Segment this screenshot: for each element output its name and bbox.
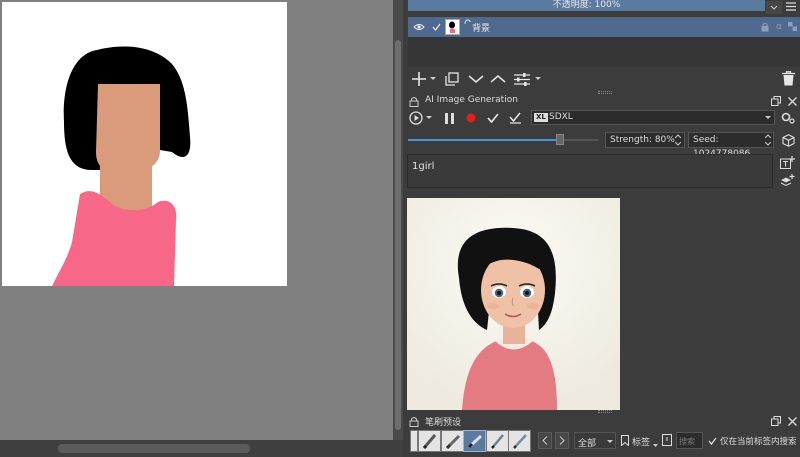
seed-stepper-icon[interactable] <box>764 133 772 147</box>
brush-panel-lock-icon[interactable] <box>408 415 420 427</box>
layer-name[interactable]: 背景 <box>472 21 490 34</box>
brush-tag-filter-select[interactable]: 全部 <box>574 432 616 449</box>
inherit-alpha-icon[interactable] <box>787 21 797 32</box>
vertical-scroll-thumb[interactable] <box>395 40 401 430</box>
search-in-tag-label[interactable]: 仅在当前标签内搜索 <box>720 435 797 447</box>
add-layers-icon[interactable] <box>779 173 796 188</box>
float-panel-icon[interactable] <box>770 95 782 107</box>
bookmark-tag-icon[interactable] <box>620 433 630 447</box>
brush-search-placeholder: 搜索 <box>679 437 695 446</box>
layer-link-icon <box>463 18 471 26</box>
search-tag-icon[interactable] <box>661 433 673 447</box>
generated-result-image[interactable] <box>407 198 620 410</box>
brush-presets-titlebar: 笔刷预设 <box>403 413 800 429</box>
ai-panel-title: AI Image Generation <box>425 95 518 105</box>
add-layer-dropdown-icon[interactable] <box>429 76 437 82</box>
layers-list-empty-area <box>408 37 800 67</box>
girl-sketch <box>52 46 191 286</box>
layer-checkmark-icon[interactable] <box>430 20 442 34</box>
prompt-text: 1girl <box>412 161 435 172</box>
move-layer-up-icon[interactable] <box>489 71 507 87</box>
brush-close-panel-icon[interactable] <box>786 415 798 427</box>
generate-play-icon[interactable] <box>408 110 424 126</box>
brush-preset-partial[interactable] <box>410 430 418 452</box>
panel-lock-icon[interactable] <box>408 95 420 107</box>
strength-seed-row: Strength: 80% Seed: 1024778086 <box>403 130 800 159</box>
move-layer-down-icon[interactable] <box>467 71 485 87</box>
brush-tag-filter-dropdown-icon <box>606 439 614 444</box>
brush-prev-button[interactable] <box>538 432 552 449</box>
model-badge: XL <box>534 113 548 122</box>
brush-preset-5[interactable] <box>508 430 531 452</box>
brush-preset-4[interactable] <box>486 430 509 452</box>
close-panel-icon[interactable] <box>786 95 798 107</box>
visibility-eye-icon[interactable] <box>412 20 426 34</box>
model-select[interactable]: XL SDXL <box>531 110 775 125</box>
layer-opacity-bar[interactable]: 不透明度: 100% <box>408 0 765 11</box>
prompt-textarea[interactable]: 1girl <box>407 154 773 188</box>
brush-next-button[interactable] <box>555 432 569 449</box>
brush-float-panel-icon[interactable] <box>770 415 782 427</box>
brush-preset-2[interactable] <box>441 430 464 452</box>
strength-slider-handle[interactable] <box>556 134 564 145</box>
search-in-tag-checkbox[interactable] <box>707 435 717 446</box>
pause-icon[interactable] <box>443 111 455 125</box>
layer-thumbnail <box>445 19 460 35</box>
hamburger-menu-icon[interactable] <box>782 0 800 12</box>
layer-properties-icon[interactable] <box>513 71 531 87</box>
strength-field[interactable]: Strength: 80% <box>605 132 685 148</box>
model-dropdown-icon <box>764 115 772 121</box>
alpha-lock-icon[interactable]: α <box>774 21 784 32</box>
record-icon[interactable] <box>464 111 478 125</box>
delete-layer-icon[interactable] <box>780 70 796 87</box>
add-region-text-icon[interactable] <box>779 155 796 170</box>
strength-slider-fill <box>408 139 560 141</box>
opacity-stepper-down-icon[interactable] <box>766 1 782 14</box>
horizontal-scroll-thumb[interactable] <box>58 444 250 453</box>
add-layer-icon[interactable] <box>411 71 427 87</box>
random-seed-cube-icon[interactable] <box>781 133 796 148</box>
model-name: SDXL <box>549 112 573 122</box>
apply-checkmark-icon[interactable] <box>486 111 500 125</box>
generate-mode-dropdown-icon[interactable] <box>425 115 433 121</box>
layer-row-background[interactable]: 背景 α <box>408 17 800 37</box>
sketch-canvas[interactable] <box>2 2 287 286</box>
tag-label[interactable]: 标签 <box>632 435 650 448</box>
generated-girl-portrait <box>407 198 620 410</box>
tag-dropdown-icon[interactable] <box>652 443 658 448</box>
lock-icon[interactable] <box>760 21 770 32</box>
opacity-label: 不透明度: 100% <box>552 0 621 10</box>
settings-gear-icon[interactable] <box>780 111 796 125</box>
brush-preset-1[interactable] <box>418 430 441 452</box>
strength-slider-track[interactable] <box>408 139 598 141</box>
brush-presets-title: 笔刷预设 <box>425 418 462 428</box>
strength-stepper-icon[interactable] <box>674 133 682 147</box>
duplicate-layer-icon[interactable] <box>444 71 460 87</box>
brush-tag-filter-value: 全部 <box>578 439 597 449</box>
strength-label: Strength: 80% <box>610 135 675 145</box>
layer-properties-dropdown-icon[interactable] <box>534 76 542 82</box>
brush-preset-3-selected[interactable] <box>463 430 486 452</box>
ai-panel-titlebar: AI Image Generation <box>403 93 800 109</box>
seed-field[interactable]: Seed: 1024778086 <box>688 132 774 159</box>
apply-all-checkmark-icon[interactable] <box>508 111 522 125</box>
brush-search-input[interactable]: 搜索 <box>676 432 703 449</box>
layer-toolbar <box>403 68 800 90</box>
